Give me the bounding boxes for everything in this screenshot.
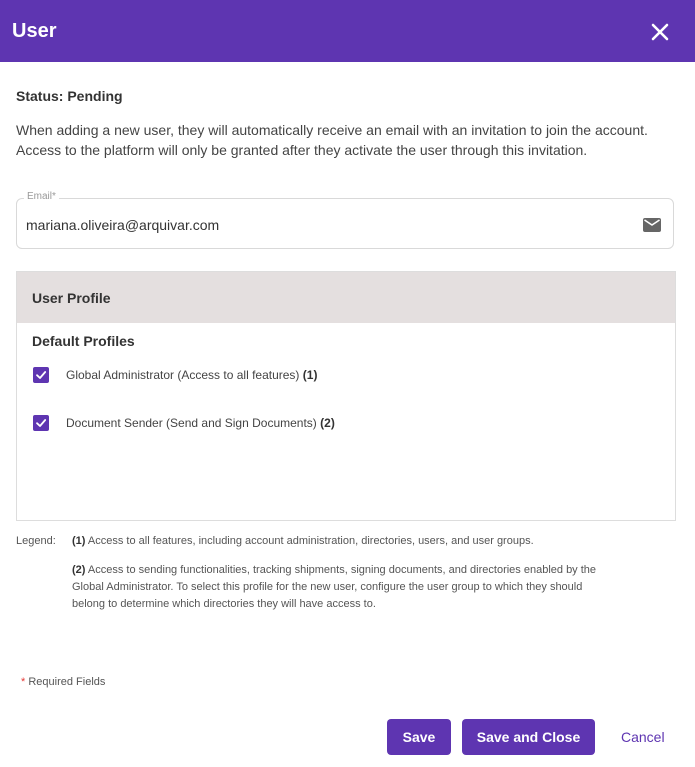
default-profiles-title: Default Profiles xyxy=(32,333,135,349)
legend-title: Legend: xyxy=(16,535,56,547)
intro-text: When adding a new user, they will automa… xyxy=(16,120,681,160)
intro-line-1: When adding a new user, they will automa… xyxy=(16,122,648,138)
cancel-button[interactable]: Cancel xyxy=(621,729,665,745)
email-field[interactable]: Email* mariana.oliveira@arquivar.com xyxy=(16,191,674,249)
user-profile-header: User Profile xyxy=(17,272,675,323)
checkbox-checked-icon[interactable] xyxy=(33,367,49,383)
status-line: Status: Pending xyxy=(16,88,123,104)
user-profile-panel: User Profile Default Profiles Global Adm… xyxy=(16,271,676,521)
status-value: Pending xyxy=(67,88,123,104)
mail-icon xyxy=(643,218,661,232)
legend-item-2: (2) Access to sending functionalities, t… xyxy=(72,562,667,613)
legend-text: Access to all features, including accoun… xyxy=(87,535,534,547)
required-star: * xyxy=(21,676,26,688)
checkbox-checked-icon[interactable] xyxy=(33,415,49,431)
profile-option-global-admin[interactable]: Global Administrator (Access to all feat… xyxy=(33,366,317,384)
user-dialog: User Status: Pending When adding a new u… xyxy=(0,0,695,767)
legend-item-1: (1) Access to all features, including ac… xyxy=(72,533,667,550)
legend-text: Global Administrator. To select this pro… xyxy=(72,581,583,593)
profile-option-text: Document Sender (Send and Sign Documents… xyxy=(66,416,317,430)
dialog-title: User xyxy=(12,20,57,42)
profile-option-text: Global Administrator (Access to all feat… xyxy=(66,368,300,382)
profile-option-document-sender[interactable]: Document Sender (Send and Sign Documents… xyxy=(33,414,335,432)
profile-option-label: Global Administrator (Access to all feat… xyxy=(66,368,317,382)
profile-option-label: Document Sender (Send and Sign Documents… xyxy=(66,416,335,430)
legend-num: (1) xyxy=(72,535,86,547)
user-profile-title: User Profile xyxy=(32,290,111,306)
profile-option-ref: (1) xyxy=(302,368,318,382)
legend-text: Access to sending functionalities, track… xyxy=(87,564,597,576)
email-input[interactable]: mariana.oliveira@arquivar.com xyxy=(26,217,219,233)
status-label: Status: xyxy=(16,88,64,104)
intro-line-2: Access to the platform will only be gran… xyxy=(16,142,588,158)
save-button[interactable]: Save xyxy=(387,719,451,755)
save-and-close-button[interactable]: Save and Close xyxy=(462,719,595,755)
required-fields-note: * Required Fields xyxy=(21,676,105,688)
email-label: Email* xyxy=(24,191,59,202)
close-icon[interactable] xyxy=(648,20,672,44)
dialog-header: User xyxy=(0,0,695,62)
profile-option-ref: (2) xyxy=(320,416,335,430)
legend-text: belong to determine which directories th… xyxy=(72,598,376,610)
legend-num: (2) xyxy=(72,564,86,576)
required-text: Required Fields xyxy=(28,676,106,688)
